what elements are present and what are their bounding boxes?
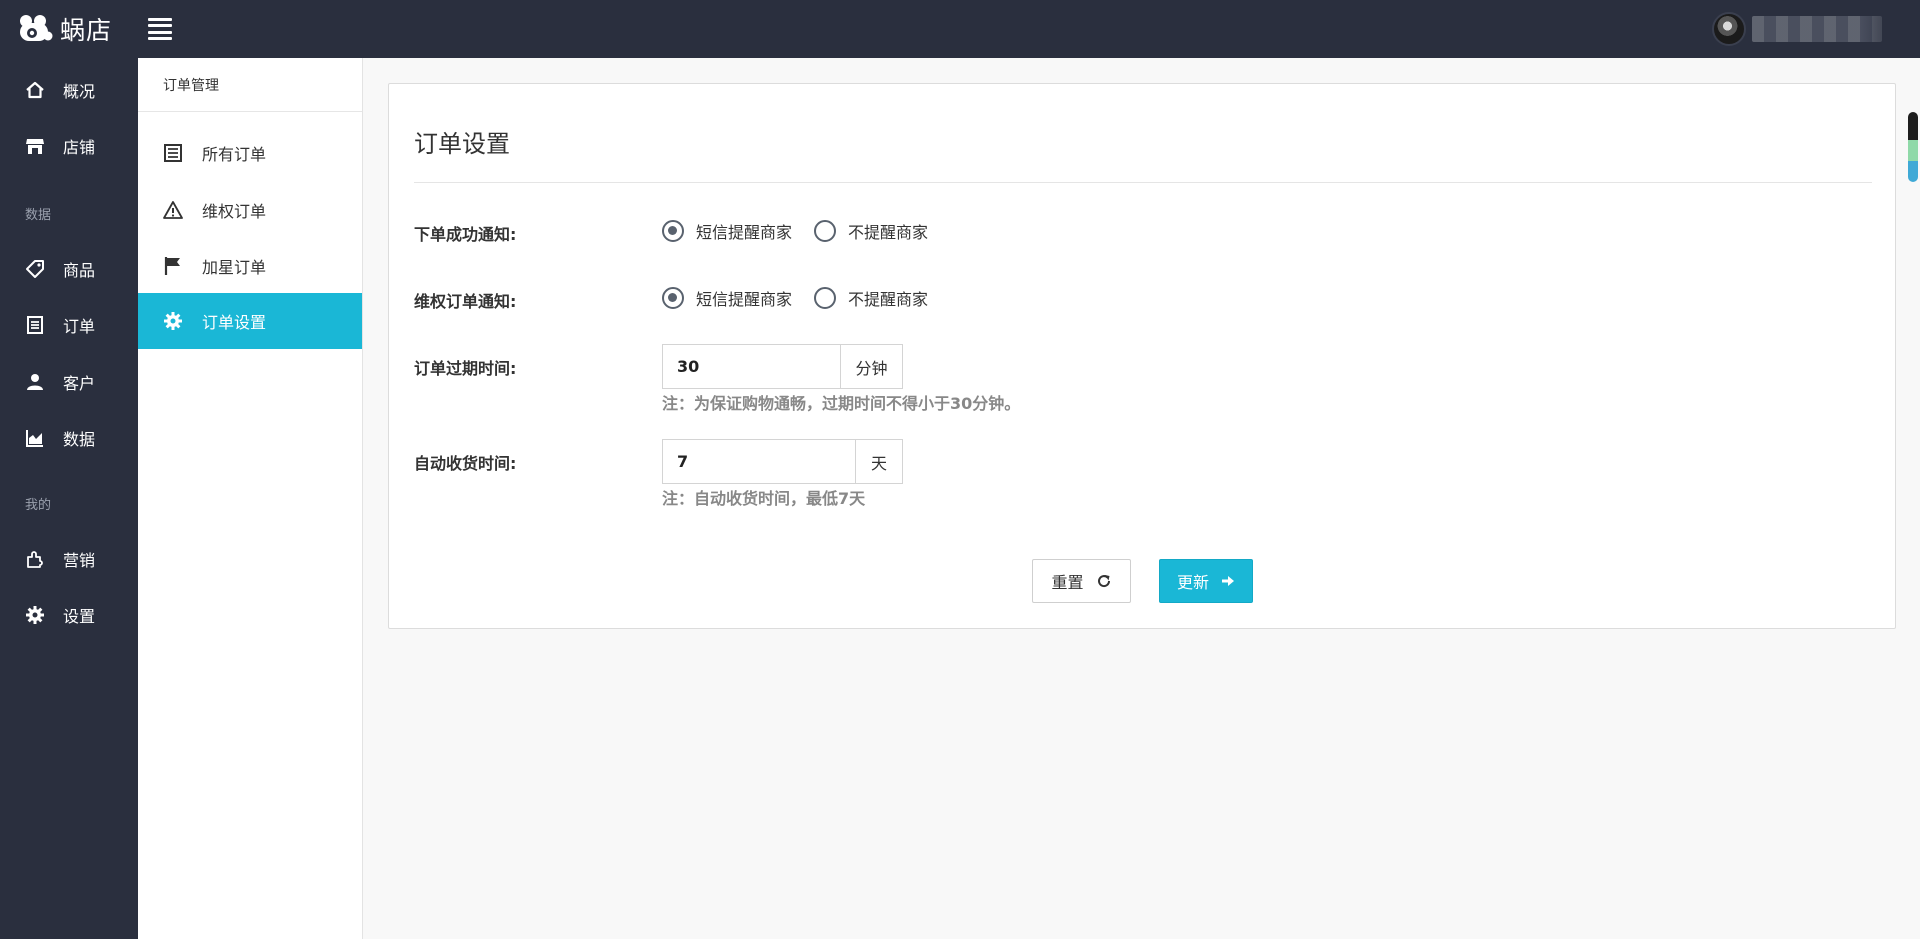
reset-button-label: 重置: [1051, 573, 1084, 592]
sidebar-item-label: 概况: [63, 82, 96, 101]
radio-label: 短信提醒商家: [696, 223, 793, 242]
refresh-icon: [1096, 573, 1112, 589]
brand-logo[interactable]: 蜗店: [18, 13, 112, 45]
auto-receive-label: 自动收货时间:: [414, 454, 517, 473]
sidebar-item-label: 商品: [63, 261, 96, 280]
store-icon: [24, 135, 46, 157]
username-fade: [1860, 14, 1900, 44]
rights-radio-none[interactable]: 不提醒商家: [814, 286, 928, 310]
rights-notify-label: 维权订单通知:: [414, 292, 517, 311]
order-success-radio-none[interactable]: 不提醒商家: [814, 219, 928, 243]
snail-logo-icon: [18, 14, 54, 44]
warning-icon: [162, 199, 184, 221]
sidebar-item-orders[interactable]: 订单: [0, 303, 138, 347]
subnav-item-label: 维权订单: [202, 202, 267, 221]
top-bar: 蜗店: [0, 0, 1920, 58]
radio-checked-icon[interactable]: [662, 220, 684, 242]
auto-receive-unit: 天: [855, 440, 902, 483]
sidebar-item-label: 订单: [63, 317, 96, 336]
update-button-label: 更新: [1176, 573, 1209, 592]
tag-icon: [24, 258, 46, 280]
sidebar-item-marketing[interactable]: 营销: [0, 537, 138, 581]
order-settings-panel: 订单设置 下单成功通知: 短信提醒商家 不提醒商家 维权订单通知: 短信提醒商家…: [388, 83, 1896, 629]
subnav-item-label: 加星订单: [202, 258, 267, 277]
sidebar-item-label: 数据: [63, 430, 96, 449]
order-success-notify-options: 短信提醒商家 不提醒商家: [662, 219, 950, 243]
menu-toggle-icon[interactable]: [148, 18, 172, 40]
order-expire-input-group: 分钟: [662, 344, 903, 389]
main-sidebar: 概况 店铺 数据 商品 订单 客户 数据 我的 营销 设置: [0, 58, 138, 939]
subnav-item-all-orders[interactable]: 所有订单: [138, 125, 362, 181]
puzzle-icon: [24, 548, 46, 570]
radio-unchecked-icon[interactable]: [814, 220, 837, 242]
divider: [414, 182, 1872, 183]
radio-unchecked-icon[interactable]: [814, 287, 837, 309]
user-icon: [24, 371, 46, 393]
sidebar-item-label: 客户: [63, 374, 96, 393]
auto-receive-input-group: 天: [662, 439, 903, 484]
auto-receive-input[interactable]: [663, 440, 855, 483]
sidebar-item-data[interactable]: 数据: [0, 416, 138, 460]
order-expire-input[interactable]: [663, 345, 840, 388]
sidebar-item-label: 营销: [63, 551, 96, 570]
sidebar-item-settings[interactable]: 设置: [0, 593, 138, 637]
radio-label: 不提醒商家: [848, 223, 929, 242]
radio-label: 不提醒商家: [848, 290, 929, 309]
page-scrollbar[interactable]: [1908, 112, 1918, 182]
gear-icon: [162, 310, 184, 332]
sidebar-item-label: 设置: [63, 607, 96, 626]
auto-receive-help: 注：自动收货时间，最低7天: [662, 489, 866, 508]
order-success-notify-label: 下单成功通知:: [414, 225, 517, 244]
subnav-item-order-settings[interactable]: 订单设置: [138, 293, 362, 349]
arrow-right-icon: [1221, 574, 1235, 588]
gear-icon: [24, 604, 46, 626]
sidebar-item-customers[interactable]: 客户: [0, 360, 138, 404]
area-chart-icon: [24, 427, 46, 449]
order-subnav: 订单管理 所有订单 维权订单 加星订单 订单设置: [138, 58, 363, 939]
flag-icon: [162, 255, 184, 277]
reset-button[interactable]: 重置: [1032, 559, 1131, 603]
rights-radio-sms[interactable]: 短信提醒商家: [662, 286, 792, 310]
order-expire-help: 注：为保证购物通畅，过期时间不得小于30分钟。: [662, 394, 1021, 413]
avatar[interactable]: [1712, 12, 1746, 46]
order-list-icon: [24, 314, 46, 336]
sidebar-item-goods[interactable]: 商品: [0, 247, 138, 291]
subnav-item-starred-orders[interactable]: 加星订单: [138, 238, 362, 294]
page-title: 订单设置: [414, 130, 510, 158]
order-expire-label: 订单过期时间:: [414, 359, 517, 378]
home-icon: [24, 79, 46, 101]
subnav-item-rights-orders[interactable]: 维权订单: [138, 182, 362, 238]
radio-checked-icon[interactable]: [662, 287, 684, 309]
section-label-mine: 我的: [25, 498, 52, 513]
subnav-item-label: 订单设置: [202, 313, 267, 332]
sidebar-item-label: 店铺: [63, 138, 96, 157]
radio-label: 短信提醒商家: [696, 290, 793, 309]
list-icon: [162, 142, 184, 164]
sidebar-item-store[interactable]: 店铺: [0, 124, 138, 168]
update-button[interactable]: 更新: [1159, 559, 1253, 603]
rights-notify-options: 短信提醒商家 不提醒商家: [662, 286, 950, 310]
order-expire-unit: 分钟: [840, 345, 902, 388]
order-success-radio-sms[interactable]: 短信提醒商家: [662, 219, 792, 243]
subnav-title: 订单管理: [138, 58, 362, 112]
subnav-item-label: 所有订单: [202, 145, 267, 164]
sidebar-item-overview[interactable]: 概况: [0, 68, 138, 112]
section-label-data: 数据: [25, 208, 52, 223]
brand-name: 蜗店: [60, 16, 113, 45]
